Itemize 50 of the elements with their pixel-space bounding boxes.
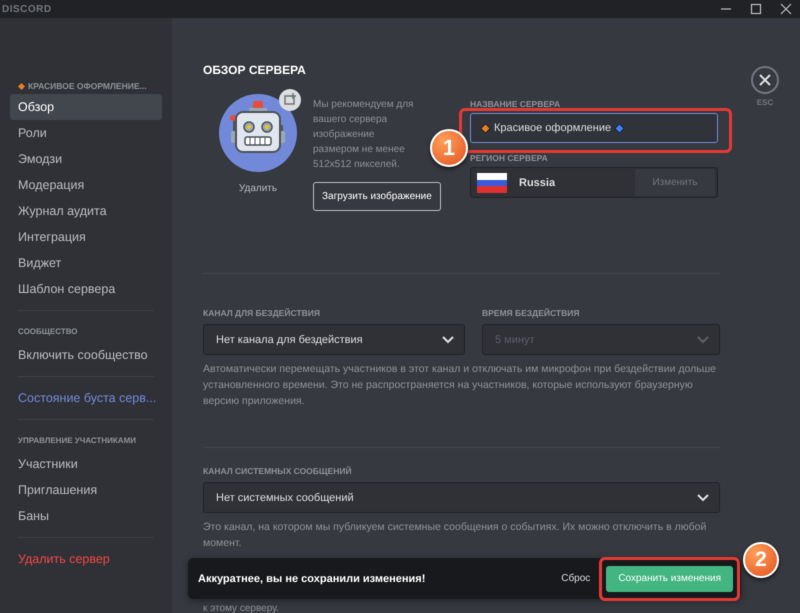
maximize-icon[interactable] [750, 3, 762, 15]
sidebar-item[interactable]: Баны [10, 503, 162, 529]
sidebar-item[interactable]: Виджет [10, 250, 162, 276]
sidebar-item[interactable]: Модерация [10, 172, 162, 198]
diamond-icon [615, 124, 624, 132]
field-label: РЕГИОН СЕРВЕРА [470, 153, 548, 163]
esc-label: ESC [756, 98, 774, 107]
field-label: КАНАЛ СИСТЕМНЫХ СООБЩЕНИЙ [203, 466, 353, 476]
server-name-heading: КРАСИВОЕ ОФОРМЛЕНИЕ... [28, 81, 147, 91]
step-number-badge: 1 [430, 129, 468, 167]
field-label: НАЗВАНИЕ СЕРВЕРА [470, 99, 560, 109]
field-label: ВРЕМЯ БЕЗДЕЙСТВИЯ [482, 308, 580, 318]
sidebar-item[interactable]: Обзор [10, 94, 162, 120]
server-name-field[interactable]: Красивое оформление [470, 113, 718, 143]
diamond-icon [481, 124, 490, 132]
field-label: КАНАЛ ДЛЯ БЕЗДЕЙСТВИЯ [203, 308, 321, 318]
sidebar-item[interactable]: Включить сообщество [10, 342, 162, 368]
chevron-down-icon [442, 336, 454, 344]
diamond-icon [18, 82, 25, 90]
step-number-badge: 2 [743, 542, 779, 578]
chevron-down-icon [697, 336, 709, 344]
chevron-down-icon [697, 494, 709, 502]
idle-description: Автоматически перемещать участников в этот канал и отключать им микрофон при бездействии дольше установленного времени. Это не распространяется на участников, которые используют браузерную версию приложения. [203, 362, 717, 409]
section-heading: СООБЩЕСТВО [17, 326, 79, 338]
icon-hint-text: Мы рекомендуем для вашего сервера изображение размером не менее 512x512 пикселей. [313, 98, 414, 172]
robot-server-icon[interactable] [218, 89, 302, 173]
sidebar-item[interactable]: Шаблон сервера [10, 276, 162, 302]
sidebar-item[interactable]: Интеграция [10, 224, 162, 250]
upload-image-button[interactable]: Загрузить изображение [313, 182, 441, 211]
close-icon[interactable] [780, 3, 792, 15]
reset-link[interactable]: Сброс [561, 573, 590, 584]
sidebar-item[interactable]: Приглашения [10, 477, 162, 503]
region-name: Russia [519, 176, 556, 188]
sidebar-item[interactable]: Журнал аудита [10, 198, 162, 224]
sidebar-item[interactable]: Роли [10, 120, 162, 146]
section-heading: УПРАВЛЕНИЕ УЧАСТНИКАМИ [17, 435, 137, 447]
close-icon[interactable] [751, 66, 779, 94]
sidebar-item[interactable]: Участники [10, 451, 162, 477]
page-title: ОБЗОР СЕРВЕРА [203, 63, 307, 77]
sidebar-item[interactable]: Удалить сервер [10, 546, 162, 572]
sidebar-item[interactable]: Состояние буста серв... [10, 385, 162, 411]
app-logo: DISCORD [2, 4, 52, 14]
remove-icon-link[interactable]: Удалить [238, 183, 278, 194]
sidebar-item[interactable]: Эмодзи [10, 146, 162, 172]
system-description: Это канал, на котором мы публикуем системные сообщения о событиях. Их можно отключить в любой момент. [203, 520, 708, 551]
idle-channel-dropdown[interactable]: Нет канала для бездействия [203, 324, 465, 355]
description-text: к этому серверу. [203, 603, 280, 613]
flag-icon [477, 172, 507, 192]
unsaved-warning-text: Аккуратнее, вы не сохранили изменения! [198, 572, 426, 584]
system-channel-dropdown[interactable]: Нет системных сообщений [203, 482, 720, 513]
